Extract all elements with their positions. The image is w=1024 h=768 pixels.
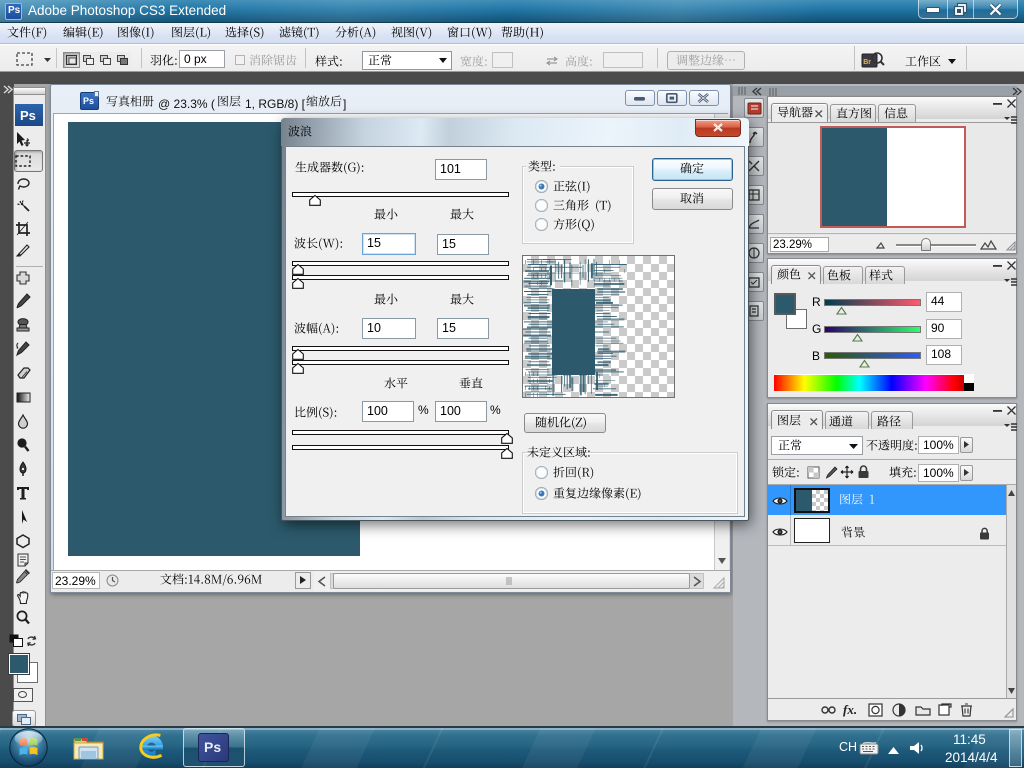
svg-text:Br: Br: [863, 59, 871, 66]
